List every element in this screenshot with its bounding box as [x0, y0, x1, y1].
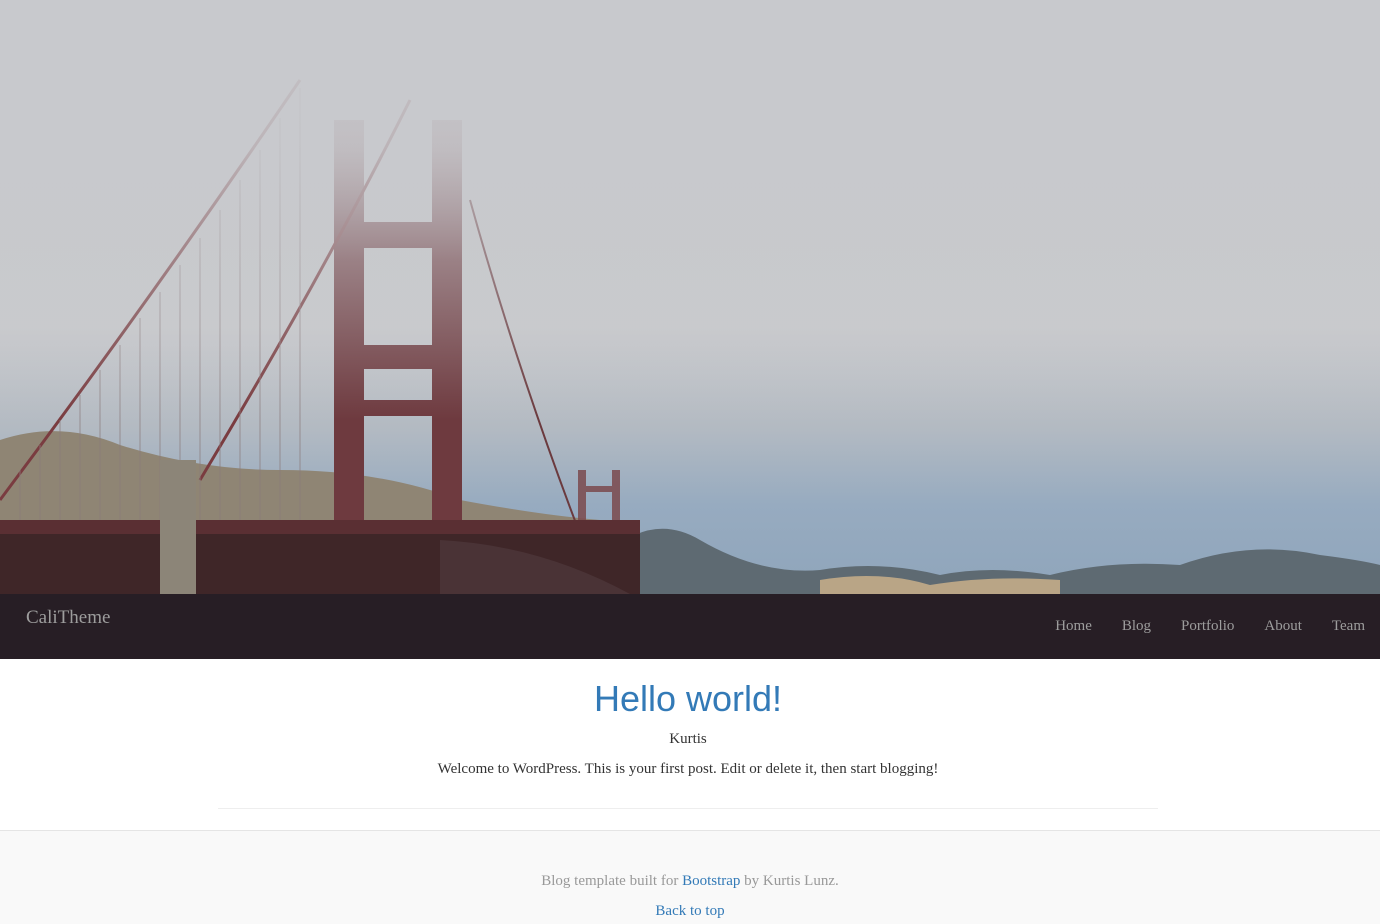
footer-credit-suffix: by Kurtis Lunz.: [740, 873, 839, 889]
post-author: Kurtis: [669, 731, 707, 747]
footer-back-to-top: Back to top: [0, 902, 1380, 920]
nav-link-team[interactable]: Team: [1317, 616, 1380, 636]
nav-link-about[interactable]: About: [1249, 616, 1317, 636]
back-to-top-link[interactable]: Back to top: [655, 903, 724, 919]
bootstrap-link[interactable]: Bootstrap: [682, 873, 740, 889]
nav-item-portfolio: Portfolio: [1166, 616, 1249, 636]
nav-item-about: About: [1249, 616, 1317, 636]
post-title-link[interactable]: Hello world!: [594, 679, 782, 719]
footer-credit: Blog template built for Bootstrap by Kur…: [0, 872, 1380, 890]
blog-post: Hello world! Kurtis Welcome to WordPress…: [218, 659, 1158, 778]
nav-link-home[interactable]: Home: [1040, 616, 1107, 636]
footer: Blog template built for Bootstrap by Kur…: [0, 830, 1380, 924]
nav-menu: Home Blog Portfolio About Team: [1040, 616, 1380, 636]
nav-item-team: Team: [1317, 616, 1380, 636]
post-excerpt: Welcome to WordPress. This is your first…: [437, 761, 939, 777]
nav-link-blog[interactable]: Blog: [1107, 616, 1166, 636]
post-divider: [218, 808, 1158, 809]
nav-item-blog: Blog: [1107, 616, 1166, 636]
nav-link-portfolio[interactable]: Portfolio: [1166, 616, 1249, 636]
golden-gate-bridge-illustration: [0, 0, 1380, 594]
nav-item-home: Home: [1040, 616, 1107, 636]
footer-credit-prefix: Blog template built for: [541, 873, 683, 889]
brand-link[interactable]: CaliTheme: [26, 607, 110, 629]
hero-image: [0, 0, 1380, 594]
